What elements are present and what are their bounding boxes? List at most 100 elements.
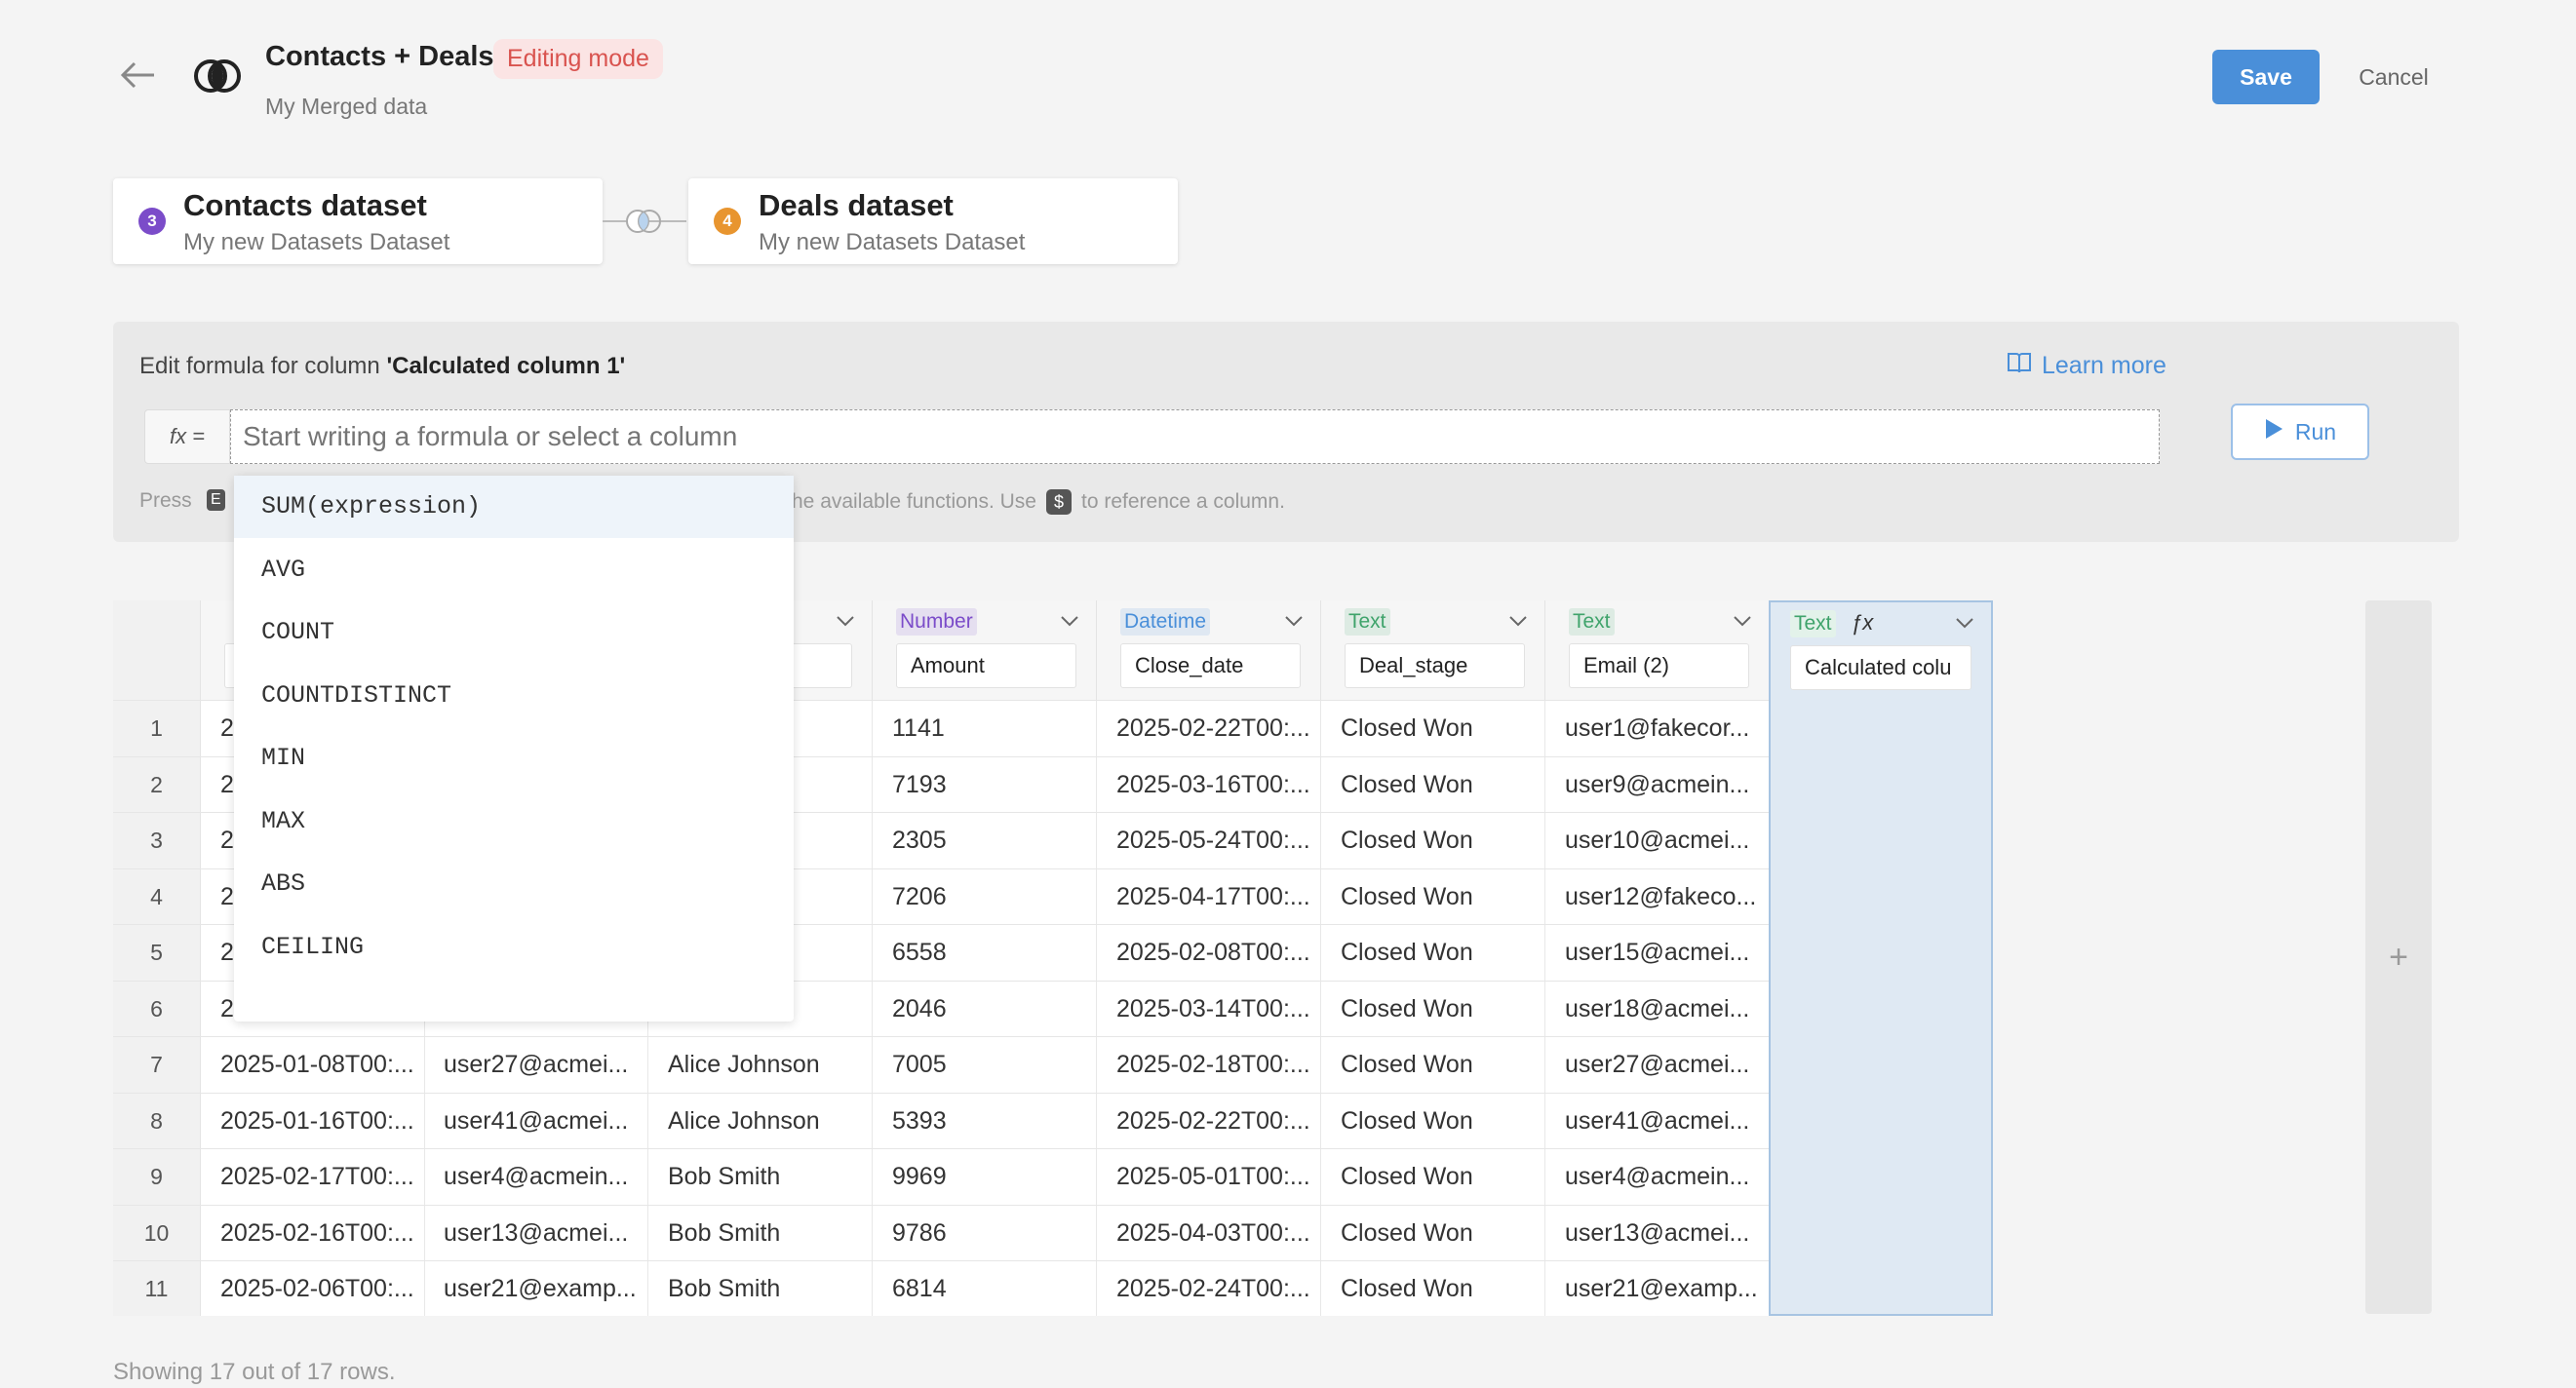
table-cell[interactable]: user21@examp... (424, 1261, 648, 1316)
column-type-label: Text (1790, 610, 1836, 637)
table-cell[interactable]: user27@acmei... (1545, 1037, 1770, 1093)
autocomplete-item[interactable]: COUNTDISTINCT (234, 665, 794, 727)
column-header[interactable]: Datetime Close_date (1097, 600, 1321, 700)
table-cell[interactable]: Closed Won (1321, 756, 1545, 813)
table-cell[interactable]: 2025-03-16T00:... (1097, 756, 1321, 813)
table-cell[interactable]: Closed Won (1321, 1205, 1545, 1261)
table-cell[interactable]: Closed Won (1321, 868, 1545, 925)
table-cell[interactable]: 6558 (873, 925, 1097, 981)
table-cell[interactable]: 2025-02-22T00:... (1097, 701, 1321, 756)
autocomplete-item[interactable]: ABS (234, 853, 794, 915)
table-cell[interactable]: user12@fakeco... (1545, 868, 1770, 925)
table-cell[interactable]: 1141 (873, 701, 1097, 756)
table-cell[interactable]: user21@examp... (1545, 1261, 1770, 1316)
calculated-column-highlight (1769, 600, 1993, 1316)
chevron-down-icon[interactable] (1732, 610, 1753, 632)
chevron-down-icon[interactable] (835, 610, 856, 632)
autocomplete-item[interactable]: SUM(expression) (234, 476, 794, 538)
table-cell[interactable]: Closed Won (1321, 925, 1545, 981)
table-cell[interactable]: Closed Won (1321, 1261, 1545, 1316)
table-cell[interactable]: 2025-02-17T00:... (201, 1149, 425, 1205)
table-cell[interactable]: Closed Won (1321, 1093, 1545, 1149)
table-cell[interactable]: 2025-01-16T00:... (201, 1093, 425, 1149)
formula-input[interactable] (230, 409, 2160, 464)
row-number: 11 (113, 1261, 201, 1316)
table-cell[interactable]: user18@acmei... (1545, 981, 1770, 1037)
column-name-field[interactable]: Deal_stage (1345, 643, 1525, 688)
table-cell[interactable]: Closed Won (1321, 701, 1545, 756)
column-name-field[interactable]: Amount (896, 643, 1076, 688)
table-cell[interactable]: Alice Johnson (648, 1037, 873, 1093)
table-cell[interactable]: user13@acmei... (1545, 1205, 1770, 1261)
table-cell[interactable]: Closed Won (1321, 981, 1545, 1037)
table-cell[interactable]: 2025-02-18T00:... (1097, 1037, 1321, 1093)
table-cell[interactable]: 2025-04-03T00:... (1097, 1205, 1321, 1261)
column-name-field[interactable]: Close_date (1120, 643, 1301, 688)
table-cell[interactable]: Closed Won (1321, 1037, 1545, 1093)
table-cell[interactable]: 6814 (873, 1261, 1097, 1316)
table-cell[interactable]: 2025-02-06T00:... (201, 1261, 425, 1316)
column-header[interactable]: Text Deal_stage (1321, 600, 1545, 700)
dataset-card-contacts[interactable]: 3 Contacts dataset My new Datasets Datas… (113, 178, 603, 264)
table-cell[interactable]: user1@fakecor... (1545, 701, 1770, 756)
table-cell[interactable]: Alice Johnson (648, 1093, 873, 1149)
table-cell[interactable]: user41@acmei... (424, 1093, 648, 1149)
table-cell[interactable]: user9@acmein... (1545, 756, 1770, 813)
back-arrow-icon[interactable] (115, 53, 164, 101)
table-cell[interactable]: 7193 (873, 756, 1097, 813)
table-cell[interactable]: 2025-05-24T00:... (1097, 813, 1321, 868)
table-cell[interactable]: Bob Smith (648, 1205, 873, 1261)
table-cell[interactable]: 9786 (873, 1205, 1097, 1261)
chevron-down-icon[interactable] (1059, 610, 1080, 632)
table-cell[interactable]: 2046 (873, 981, 1097, 1037)
table-cell[interactable]: 5393 (873, 1093, 1097, 1149)
table-cell[interactable]: 2025-01-08T00:... (201, 1037, 425, 1093)
autocomplete-item[interactable]: COUNT (234, 601, 794, 664)
table-cell[interactable]: user27@acmei... (424, 1037, 648, 1093)
calculated-column-header[interactable]: Text ƒx Calculated colu (1771, 602, 1991, 700)
table-cell[interactable]: 7206 (873, 868, 1097, 925)
column-name-field[interactable]: Calculated colu (1790, 645, 1971, 690)
column-type-label: Number (896, 608, 977, 636)
table-cell[interactable]: user13@acmei... (424, 1205, 648, 1261)
autocomplete-item[interactable]: CEILING (234, 916, 794, 979)
table-cell[interactable]: 2025-02-16T00:... (201, 1205, 425, 1261)
table-cell[interactable]: Bob Smith (648, 1261, 873, 1316)
table-cell[interactable]: 2025-02-08T00:... (1097, 925, 1321, 981)
cancel-button[interactable]: Cancel (2340, 50, 2447, 104)
help-text: he available functions. Use $ to referen… (792, 489, 1285, 515)
table-cell[interactable]: Closed Won (1321, 1149, 1545, 1205)
table-cell[interactable]: 2305 (873, 813, 1097, 868)
chevron-down-icon[interactable] (1507, 610, 1529, 632)
join-icon[interactable] (603, 207, 686, 236)
table-cell[interactable]: Bob Smith (648, 1149, 873, 1205)
table-cell[interactable]: 2025-05-01T00:... (1097, 1149, 1321, 1205)
run-button[interactable]: Run (2231, 404, 2369, 460)
add-column-button[interactable]: + (2365, 600, 2432, 1314)
table-cell[interactable]: user4@acmein... (1545, 1149, 1770, 1205)
autocomplete-item[interactable]: MIN (234, 727, 794, 790)
save-button[interactable]: Save (2212, 50, 2320, 104)
table-cell[interactable]: user4@acmein... (424, 1149, 648, 1205)
table-cell[interactable]: user15@acmei... (1545, 925, 1770, 981)
row-number: 1 (113, 701, 201, 756)
table-cell[interactable]: 2025-03-14T00:... (1097, 981, 1321, 1037)
column-header[interactable]: Text Email (2) (1545, 600, 1770, 700)
table-cell[interactable]: 2025-02-24T00:... (1097, 1261, 1321, 1316)
column-header[interactable]: Number Amount (873, 600, 1097, 700)
chevron-down-icon[interactable] (1954, 612, 1975, 634)
learn-more-link[interactable]: Learn more (2007, 351, 2166, 381)
autocomplete-item[interactable]: AVG (234, 539, 794, 601)
table-cell[interactable]: 9969 (873, 1149, 1097, 1205)
chevron-down-icon[interactable] (1283, 610, 1305, 632)
table-cell[interactable]: user10@acmei... (1545, 813, 1770, 868)
table-row: 11 2025-02-06T00:... user21@examp... Bob Sm… (113, 1260, 1993, 1316)
table-cell[interactable]: Closed Won (1321, 813, 1545, 868)
autocomplete-item[interactable]: MAX (234, 790, 794, 853)
table-cell[interactable]: user41@acmei... (1545, 1093, 1770, 1149)
table-cell[interactable]: 2025-02-22T00:... (1097, 1093, 1321, 1149)
table-cell[interactable]: 2025-04-17T00:... (1097, 868, 1321, 925)
table-cell[interactable]: 7005 (873, 1037, 1097, 1093)
column-name-field[interactable]: Email (2) (1569, 643, 1749, 688)
dataset-card-deals[interactable]: 4 Deals dataset My new Datasets Dataset (688, 178, 1178, 264)
